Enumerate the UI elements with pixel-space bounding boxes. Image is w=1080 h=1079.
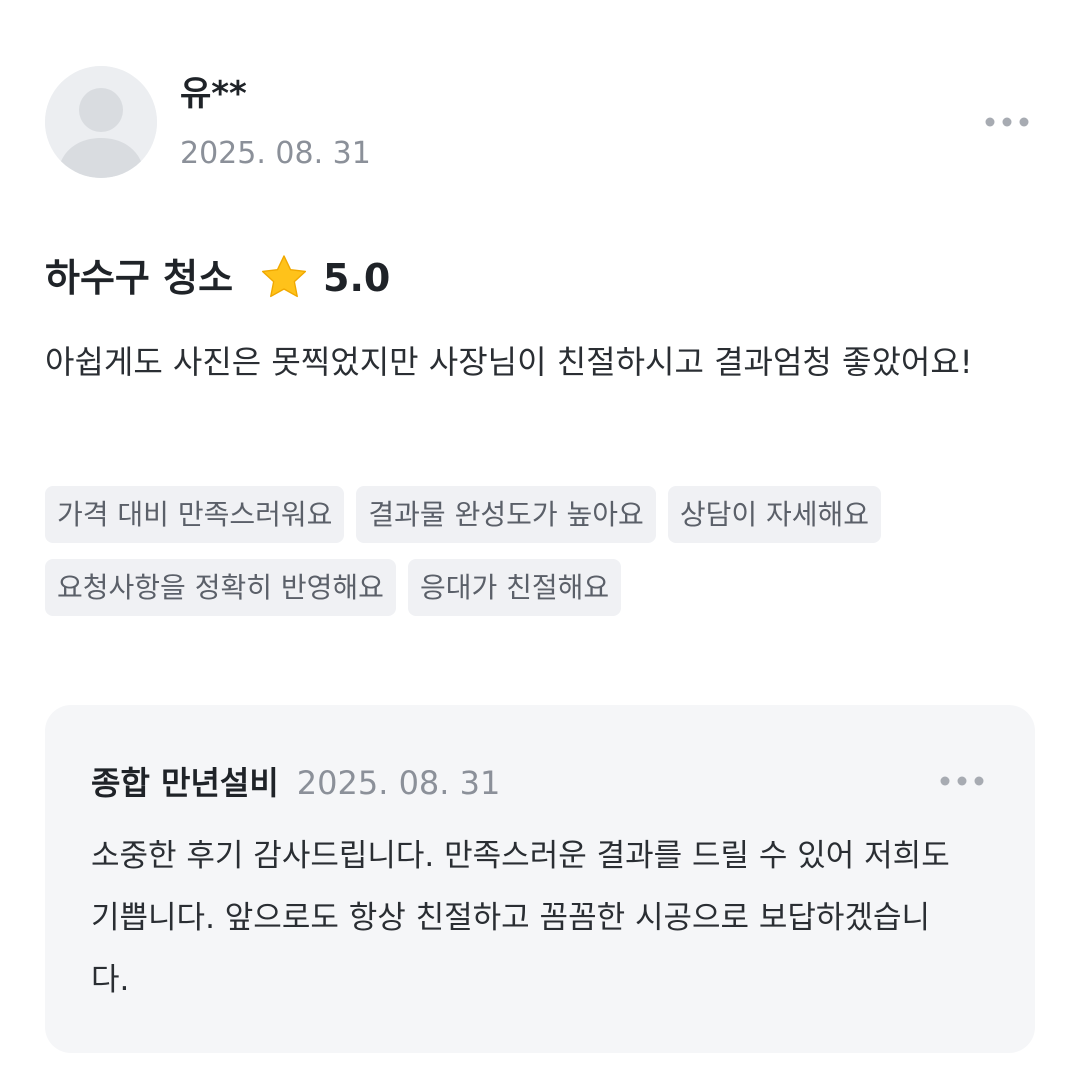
review-tags: 가격 대비 만족스러워요 결과물 완성도가 높아요 상담이 자세해요 요청사항을… (45, 486, 1005, 616)
service-name: 하수구 청소 (45, 256, 234, 300)
review-body: 아쉽게도 사진은 못찍었지만 사장님이 친절하시고 결과엄청 좋았어요! (45, 343, 973, 381)
review-tag[interactable]: 결과물 완성도가 높아요 (356, 486, 656, 543)
review-tag[interactable]: 요청사항을 정확히 반영해요 (45, 559, 396, 616)
author-name: 유** (180, 74, 247, 114)
more-horizontal-icon (940, 776, 984, 786)
reply-body: 소중한 후기 감사드립니다. 만족스러운 결과를 드릴 수 있어 저희도 기쁩니… (91, 838, 950, 998)
review-date: 2025. 08. 31 (180, 136, 371, 171)
star-icon (261, 255, 307, 298)
service-rating-row: 하수구 청소 5.0 (45, 250, 390, 306)
review-tag[interactable]: 응대가 친절해요 (407, 559, 622, 616)
more-options-button[interactable] (983, 107, 1031, 137)
review-tag[interactable]: 가격 대비 만족스러워요 (45, 486, 345, 543)
review-card: 유** 2025. 08. 31 하수구 청소 5.0 아쉽게도 사진은 못찍었… (0, 0, 1080, 1079)
reply-more-options-button[interactable] (938, 766, 986, 796)
more-horizontal-icon (985, 117, 1029, 127)
reply-date: 2025. 08. 31 (296, 764, 501, 802)
reply-author: 종합 만년설비 (91, 764, 279, 802)
user-silhouette-icon (45, 66, 157, 178)
reply-header: 종합 만년설비 2025. 08. 31 (91, 761, 500, 805)
review-tag[interactable]: 상담이 자세해요 (667, 486, 882, 543)
owner-reply: 종합 만년설비 2025. 08. 31 소중한 후기 감사드립니다. 만족스러… (45, 705, 1035, 1053)
user-avatar (45, 66, 157, 178)
rating-value: 5.0 (323, 256, 391, 300)
